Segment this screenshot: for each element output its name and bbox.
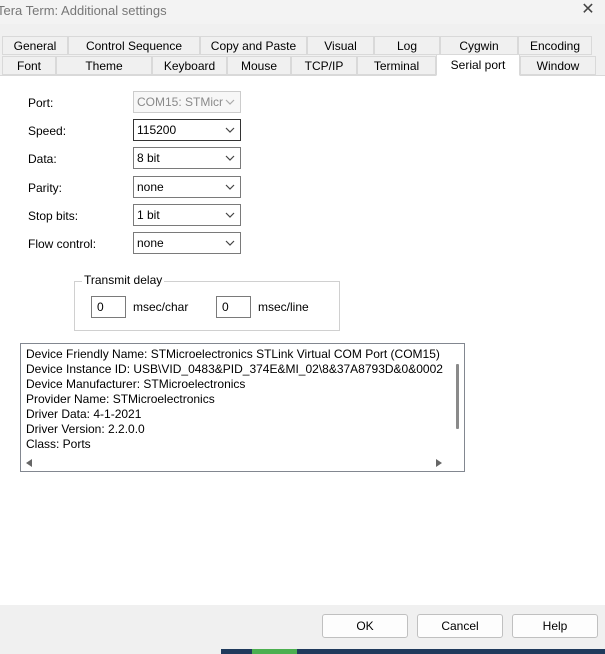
device-info-line: Device Friendly Name: STMicroelectronics… <box>26 347 440 361</box>
msec-per-line-value: 0 <box>222 300 229 314</box>
chevron-down-icon <box>225 240 235 246</box>
scroll-right-icon[interactable] <box>436 459 442 467</box>
tab-encoding[interactable]: Encoding <box>518 36 592 55</box>
port-value: COM15: STMicro <box>137 95 223 109</box>
title-bar: Tera Term: Additional settings ✕ <box>0 0 605 24</box>
taskbar-strip <box>221 649 605 654</box>
transmit-delay-group: Transmit delay 0 msec/char 0 msec/line <box>74 273 340 331</box>
device-info-line: Class: Ports <box>26 437 91 451</box>
scroll-left-icon[interactable] <box>26 459 32 467</box>
flow-control-value: none <box>137 236 164 250</box>
tab-control-sequence[interactable]: Control Sequence <box>68 36 200 55</box>
tab-visual[interactable]: Visual <box>307 36 374 55</box>
data-select[interactable]: 8 bit <box>133 147 241 169</box>
parity-select[interactable]: none <box>133 176 241 198</box>
chevron-down-icon <box>225 155 235 161</box>
msec-per-char-input[interactable]: 0 <box>91 296 126 318</box>
tab-log[interactable]: Log <box>374 36 440 55</box>
tab-font[interactable]: Font <box>2 56 56 75</box>
parity-value: none <box>137 180 164 194</box>
data-value: 8 bit <box>137 151 160 165</box>
device-info-textbox[interactable]: Device Friendly Name: STMicroelectronics… <box>20 343 465 472</box>
chevron-down-icon <box>225 184 235 190</box>
tab-serial-port[interactable]: Serial port <box>436 54 520 76</box>
taskbar-app-indicator <box>252 649 297 654</box>
help-button[interactable]: Help <box>512 614 598 638</box>
device-info-line: Provider Name: STMicroelectronics <box>26 392 215 406</box>
stop-bits-value: 1 bit <box>137 208 160 222</box>
stop-bits-select[interactable]: 1 bit <box>133 204 241 226</box>
device-info-line: Driver Data: 4-1-2021 <box>26 407 142 421</box>
tab-cygwin[interactable]: Cygwin <box>440 36 518 55</box>
flow-control-select[interactable]: none <box>133 232 241 254</box>
parity-label: Parity: <box>28 181 63 195</box>
flow-control-label: Flow control: <box>28 237 97 251</box>
msec-per-line-input[interactable]: 0 <box>216 296 251 318</box>
msec-per-line-label: msec/line <box>258 300 309 314</box>
device-info-line: Device Manufacturer: STMicroelectronics <box>26 377 246 391</box>
stop-bits-label: Stop bits: <box>28 209 79 223</box>
tab-window[interactable]: Window <box>520 56 596 75</box>
tab-general[interactable]: General <box>2 36 68 55</box>
tab-terminal[interactable]: Terminal <box>357 56 436 75</box>
tab-mouse[interactable]: Mouse <box>227 56 291 75</box>
msec-per-char-value: 0 <box>97 300 104 314</box>
transmit-delay-legend: Transmit delay <box>82 273 165 287</box>
horizontal-scrollbar[interactable] <box>21 455 464 471</box>
speed-label: Speed: <box>28 124 67 138</box>
tab-tcpip[interactable]: TCP/IP <box>291 56 357 75</box>
dialog-footer: OK Cancel Help <box>0 605 605 654</box>
ok-button[interactable]: OK <box>322 614 408 638</box>
tab-theme[interactable]: Theme <box>56 56 152 75</box>
device-info-line: Driver Version: 2.2.0.0 <box>26 422 145 436</box>
chevron-down-icon <box>225 212 235 218</box>
port-select[interactable]: COM15: STMicro <box>133 91 241 113</box>
speed-select[interactable]: 115200 <box>133 119 241 141</box>
speed-value: 115200 <box>137 123 177 137</box>
chevron-down-icon <box>225 99 235 105</box>
device-info-line: Device Instance ID: USB\VID_0483&PID_374… <box>26 362 443 376</box>
data-label: Data: <box>28 152 57 166</box>
chevron-down-icon <box>225 127 235 133</box>
serial-port-panel: Port: COM15: STMicro Speed: 115200 Data:… <box>0 75 605 605</box>
port-label: Port: <box>28 96 54 110</box>
tab-keyboard[interactable]: Keyboard <box>152 56 227 75</box>
window-title: Tera Term: Additional settings <box>0 3 167 18</box>
tab-copy-and-paste[interactable]: Copy and Paste <box>200 36 307 55</box>
vertical-scrollbar[interactable] <box>456 364 459 429</box>
cancel-button[interactable]: Cancel <box>417 614 503 638</box>
close-icon[interactable]: ✕ <box>579 1 597 19</box>
msec-per-char-label: msec/char <box>133 300 189 314</box>
